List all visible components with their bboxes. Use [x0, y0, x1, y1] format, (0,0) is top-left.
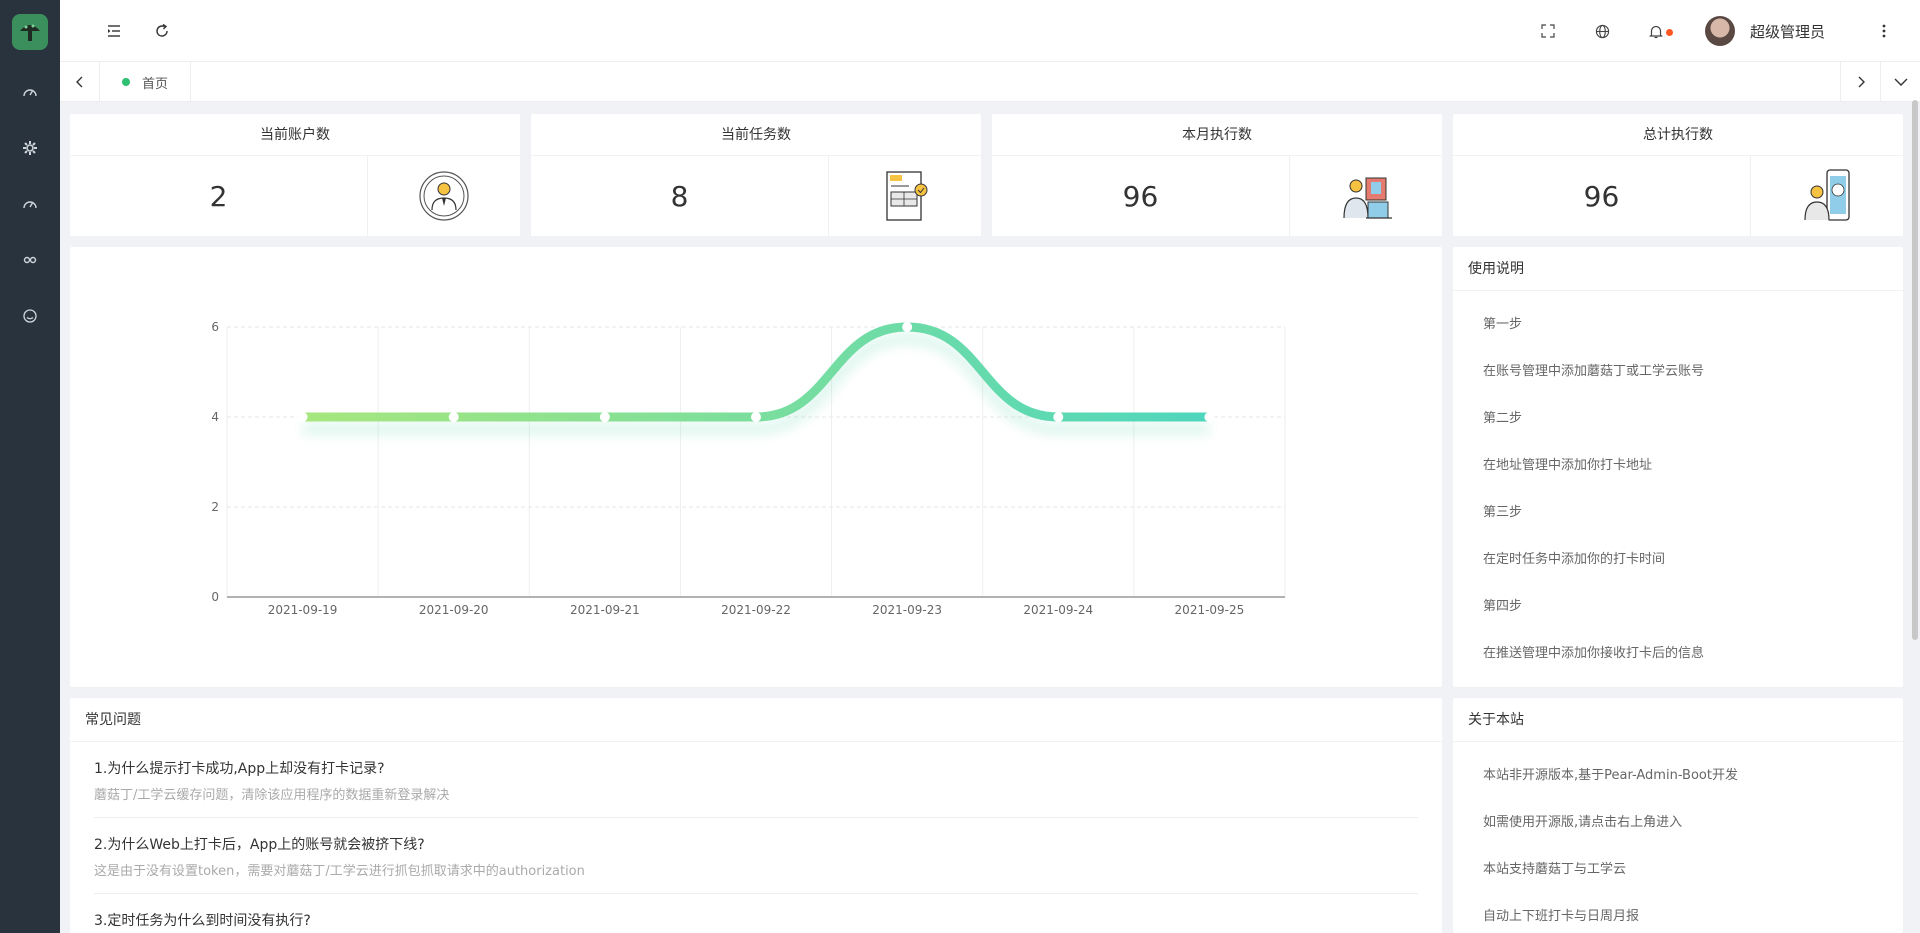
refresh-icon[interactable] [144, 0, 180, 62]
faq-title: 常见问题 [70, 698, 1442, 742]
usage-item: 在账号管理中添加蘑菇丁或工学云账号 [1483, 364, 1705, 379]
faq-answer: 蘑菇丁/工学云缓存问题，清除该应用程序的数据重新登录解决 [94, 788, 450, 803]
usage-item: 第四步 [1483, 599, 1523, 614]
y-tick-label: 4 [211, 410, 219, 424]
faq-panel: 常见问题 1.为什么提示打卡成功,App上却没有打卡记录? 蘑菇丁/工学云缓存问… [70, 698, 1442, 933]
faq-answer: 这是由于没有设置token，需要对蘑菇丁/工学云进行抓包抓取请求中的author… [94, 864, 585, 879]
data-point[interactable] [297, 412, 308, 422]
chart-card: 0 2 4 6 2021-09-19 2021-09-20 2021-09-21 2021-0… [70, 247, 1442, 687]
stat-title: 当前账户数 [70, 114, 520, 156]
fullscreen-icon[interactable] [1530, 0, 1566, 62]
x-tick-label: 2021-09-19 [268, 603, 338, 617]
mushroom-logo-icon[interactable] [12, 14, 48, 50]
avatar [1705, 16, 1735, 46]
more-vertical-icon[interactable] [1866, 0, 1902, 62]
tab-dropdown-icon[interactable] [1880, 62, 1920, 102]
usage-title: 使用说明 [1453, 247, 1903, 291]
faq-item: 2.为什么Web上打卡后，App上的账号就会被挤下线? 这是由于没有设置toke… [94, 818, 1418, 894]
x-tick-label: 2021-09-20 [419, 603, 489, 617]
data-point[interactable] [448, 412, 459, 422]
about-item: 本站支持蘑菇丁与工学云 [1483, 862, 1627, 877]
page-scrollbar[interactable] [1912, 100, 1918, 640]
notification-dot [1666, 28, 1673, 36]
data-point[interactable] [599, 412, 610, 422]
support-phone-icon [1751, 156, 1903, 236]
invoice-icon [829, 156, 981, 236]
tab-scroll-right-icon[interactable] [1840, 62, 1880, 102]
tab-home-label: 首页 [142, 76, 169, 92]
x-tick-label: 2021-09-24 [1023, 603, 1093, 617]
data-point[interactable] [751, 412, 761, 422]
tab-home[interactable]: 首页 [100, 62, 192, 102]
tab-bar: 首页 [60, 62, 1920, 102]
usage-item: 第三步 [1483, 505, 1523, 520]
usage-item: 第二步 [1483, 411, 1523, 426]
about-item: 自动上下班打卡与日周月报 [1483, 909, 1640, 924]
y-tick-label: 0 [211, 590, 219, 604]
x-tick-label: 2021-09-22 [721, 603, 791, 617]
link-icon[interactable] [0, 232, 60, 288]
y-tick-label: 2 [211, 500, 219, 514]
about-item: 如需使用开源版,请点击右上角进入 [1483, 815, 1683, 830]
stat-title: 当前任务数 [531, 114, 981, 156]
user-avatar-icon [368, 156, 520, 236]
stat-card-accounts: 当前账户数 2 [70, 114, 520, 236]
stat-value: 96 [992, 156, 1290, 236]
x-tick-label: 2021-09-25 [1175, 603, 1245, 617]
faq-item: 1.为什么提示打卡成功,App上却没有打卡记录? 蘑菇丁/工学云缓存问题，清除该… [94, 742, 1418, 818]
user-name: 超级管理员 [1750, 22, 1826, 41]
stat-card-total: 总计执行数 96 [1453, 114, 1903, 236]
data-point[interactable] [902, 322, 913, 332]
about-panel: 关于本站 本站非开源版本,基于Pear-Admin-Boot开发 如需使用开源版… [1453, 698, 1903, 933]
x-tick-label: 2021-09-21 [570, 603, 640, 617]
series-line [298, 322, 1214, 422]
usage-item: 第一步 [1483, 317, 1523, 332]
x-tick-label: 2021-09-23 [872, 603, 942, 617]
notification-bell-icon[interactable] [1638, 0, 1674, 62]
stat-title: 本月执行数 [992, 114, 1442, 156]
stat-value: 2 [70, 156, 368, 236]
settings-gear-icon[interactable] [0, 120, 60, 176]
y-tick-label: 6 [211, 320, 219, 334]
usage-item: 在定时任务中添加你的打卡时间 [1483, 552, 1666, 567]
usage-item: 在地址管理中添加你打卡地址 [1483, 458, 1653, 473]
tab-scroll-left-icon[interactable] [60, 62, 100, 102]
menu-toggle-icon[interactable] [96, 0, 132, 62]
top-header: 超级管理员 [60, 0, 1920, 62]
sidebar [0, 0, 60, 933]
user-menu[interactable]: 超级管理员 [1705, 0, 1855, 62]
usage-panel: 使用说明 第一步 在账号管理中添加蘑菇丁或工学云账号 第二步 在地址管理中添加你… [1453, 247, 1903, 687]
active-tab-dot [122, 78, 130, 86]
faq-item: 3.定时任务为什么到时间没有执行? [94, 894, 1418, 933]
stat-card-tasks: 当前任务数 8 [531, 114, 981, 236]
gauge-icon[interactable] [0, 176, 60, 232]
dashboard-icon[interactable] [0, 64, 60, 120]
stat-title: 总计执行数 [1453, 114, 1903, 156]
faq-question: 2.为什么Web上打卡后，App上的账号就会被挤下线? [94, 837, 425, 853]
smile-icon[interactable] [0, 288, 60, 344]
about-item: 本站非开源版本,基于Pear-Admin-Boot开发 [1483, 768, 1738, 783]
data-point[interactable] [1053, 412, 1064, 422]
globe-icon[interactable] [1584, 0, 1620, 62]
faq-question: 1.为什么提示打卡成功,App上却没有打卡记录? [94, 761, 385, 777]
stat-card-monthly: 本月执行数 96 [992, 114, 1442, 236]
usage-item: 在推送管理中添加你接收打卡后的信息 [1483, 646, 1705, 661]
stat-value: 8 [531, 156, 829, 236]
worker-board-icon [1290, 156, 1442, 236]
about-title: 关于本站 [1453, 698, 1903, 742]
stat-value: 96 [1453, 156, 1751, 236]
data-point[interactable] [1204, 412, 1215, 422]
line-chart: 0 2 4 6 2021-09-19 2021-09-20 2021-09-21 2021-0… [211, 320, 1286, 617]
faq-question: 3.定时任务为什么到时间没有执行? [94, 913, 311, 929]
